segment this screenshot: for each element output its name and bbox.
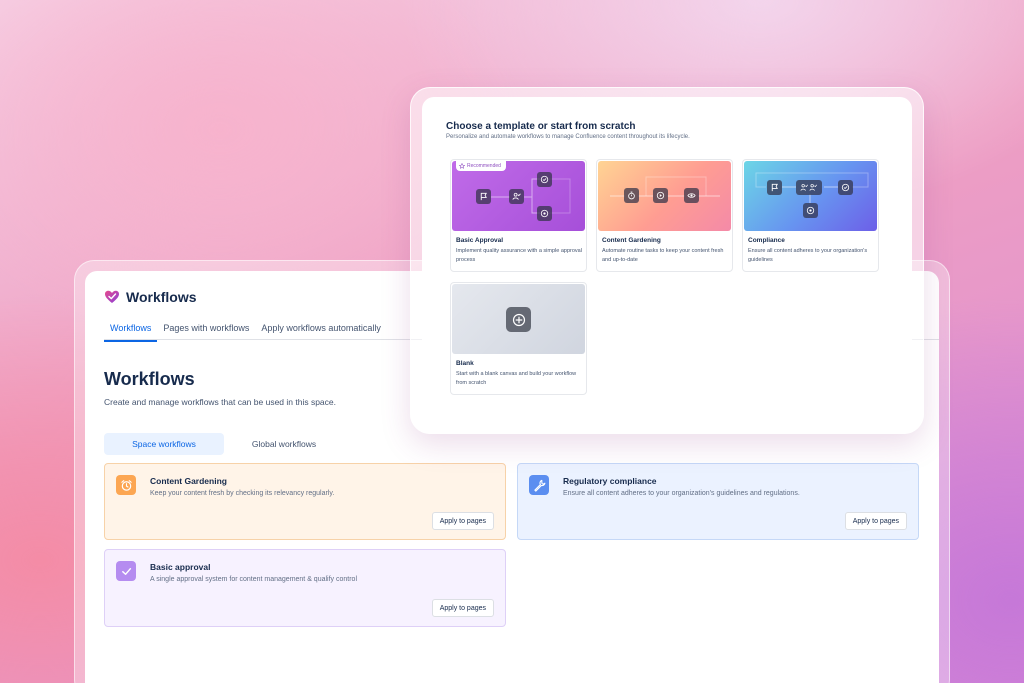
template-description: Start with a blank canvas and build your… xyxy=(456,371,577,386)
template-description: Ensure all content adheres to your organ… xyxy=(748,248,868,263)
workflow-card-regulatory-compliance[interactable]: Regulatory compliance Ensure all content… xyxy=(517,463,919,540)
page-subtitle: Create and manage workflows that can be … xyxy=(104,397,336,407)
chooser-subtitle: Personalize and automate workflows to ma… xyxy=(446,134,690,140)
template-card-content-gardening[interactable]: Content Gardening Automate routine tasks… xyxy=(596,159,733,272)
users-approve-icon xyxy=(796,180,822,195)
template-description: Automate routine tasks to keep your cont… xyxy=(602,248,724,263)
timer-icon xyxy=(624,188,639,203)
workflow-scope-tabs: Space workflows Global workflows xyxy=(104,433,344,455)
template-name: Basic Approval xyxy=(456,237,504,244)
workflow-name: Regulatory compliance xyxy=(563,476,657,486)
eye-icon xyxy=(684,188,699,203)
template-name: Compliance xyxy=(748,237,785,244)
alarm-clock-icon xyxy=(116,475,136,495)
star-icon xyxy=(459,163,465,169)
workflow-description: Ensure all content adheres to your organ… xyxy=(563,490,800,497)
check-circle-icon xyxy=(537,172,552,187)
flag-icon xyxy=(767,180,782,195)
template-description: Implement quality assurance with a simpl… xyxy=(456,248,582,263)
template-thumbnail xyxy=(452,284,585,354)
workflow-card-basic-approval[interactable]: Basic approval A single approval system … xyxy=(104,549,506,627)
stop-circle-icon xyxy=(537,206,552,221)
workflow-description: Keep your content fresh by checking its … xyxy=(150,490,335,497)
template-card-compliance[interactable]: Compliance Ensure all content adheres to… xyxy=(742,159,879,272)
workflow-name: Content Gardening xyxy=(150,476,227,486)
template-thumbnail xyxy=(598,161,731,231)
recommended-badge: Recommended xyxy=(456,161,506,171)
app-title: Workflows xyxy=(126,289,197,305)
template-name: Content Gardening xyxy=(602,237,661,244)
tab-global-workflows[interactable]: Global workflows xyxy=(224,433,344,455)
workflows-logo-icon xyxy=(105,290,119,303)
wrench-icon xyxy=(529,475,549,495)
recommended-label: Recommended xyxy=(467,163,501,169)
workflow-description: A single approval system for content man… xyxy=(150,576,357,583)
tab-space-workflows[interactable]: Space workflows xyxy=(104,433,224,455)
chooser-title: Choose a template or start from scratch xyxy=(446,121,636,132)
app-header: Workflows xyxy=(104,289,197,305)
template-thumbnail xyxy=(744,161,877,231)
stop-circle-icon xyxy=(803,203,818,218)
template-card-blank[interactable]: Blank Start with a blank canvas and buil… xyxy=(450,282,587,395)
apply-to-pages-button[interactable]: Apply to pages xyxy=(844,512,907,530)
workflow-card-content-gardening[interactable]: Content Gardening Keep your content fres… xyxy=(104,463,506,540)
template-card-basic-approval[interactable]: Recommended Basic Approval Implement qua… xyxy=(450,159,587,272)
page-title: Workflows xyxy=(104,369,195,389)
play-circle-icon xyxy=(653,188,668,203)
workflow-name: Basic approval xyxy=(150,562,211,572)
flag-icon xyxy=(476,189,491,204)
apply-to-pages-button[interactable]: Apply to pages xyxy=(431,512,494,530)
plus-circle-icon xyxy=(506,307,531,332)
template-name: Blank xyxy=(456,360,474,367)
check-circle-icon xyxy=(838,180,853,195)
checkmark-icon xyxy=(116,561,136,581)
user-approve-icon xyxy=(509,189,524,204)
apply-to-pages-button[interactable]: Apply to pages xyxy=(431,599,494,617)
template-thumbnail xyxy=(452,161,585,231)
